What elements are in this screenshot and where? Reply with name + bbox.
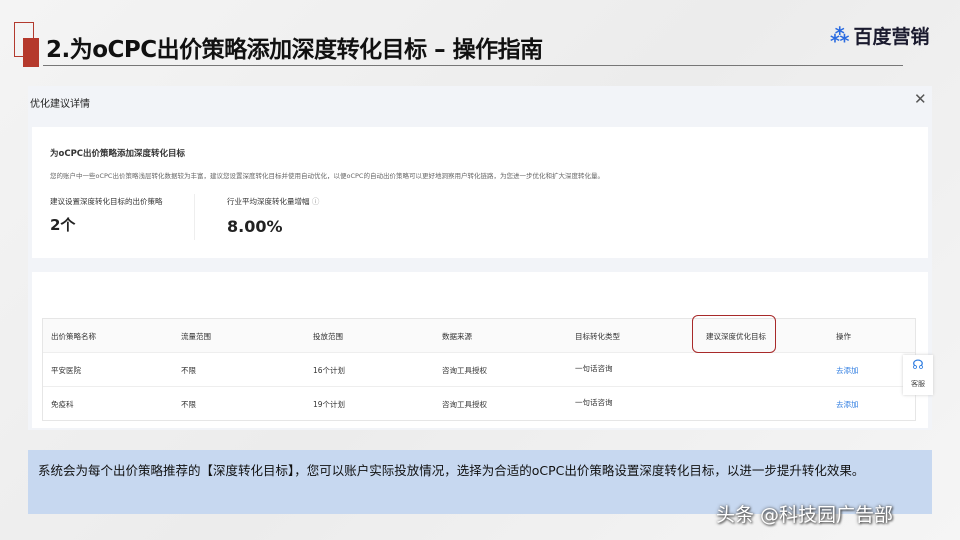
baidu-logo: ⁂ 百度营销 <box>830 22 929 49</box>
cell: 16个计划 <box>313 366 346 375</box>
highlight-box <box>692 315 776 353</box>
stat-divider <box>194 194 195 240</box>
slide-title: 2.为oCPC出价策略添加深度转化目标 – 操作指南 <box>46 37 543 63</box>
close-icon[interactable]: ✕ <box>914 90 927 108</box>
paw-icon: ⁂ <box>830 24 850 47</box>
table-header-row: 出价策略名称 流量范围 投放范围 数据来源 目标转化类型 建议深度优化目标 操作 <box>43 319 915 353</box>
decor-square-filled <box>23 38 39 67</box>
cell: 一句话咨询 <box>575 364 613 373</box>
add-link[interactable]: 去添加 <box>836 365 859 376</box>
cell: 咨询工具授权 <box>442 400 487 409</box>
stat2-label: 行业平均深度转化量增幅 ⓘ <box>227 196 319 207</box>
header-cell: 数据来源 <box>442 332 472 341</box>
support-label: 客服 <box>911 380 925 388</box>
stat1-value: 2个 <box>50 216 76 234</box>
cell: 不限 <box>181 400 196 409</box>
cell: 免疫科 <box>51 400 74 409</box>
cell: 19个计划 <box>313 400 346 409</box>
cell: 平安医院 <box>51 366 81 375</box>
title-divider <box>43 65 903 66</box>
strategy-table: 出价策略名称 流量范围 投放范围 数据来源 目标转化类型 建议深度优化目标 操作… <box>42 318 916 421</box>
header-cell: 操作 <box>836 332 851 341</box>
card-description: 您的账户中一些oCPC出价策略浅层转化数据较为丰富，建议您设置深度转化目标并使用… <box>50 172 604 180</box>
cell: 咨询工具授权 <box>442 366 487 375</box>
card-heading: 为oCPC出价策略添加深度转化目标 <box>50 149 186 159</box>
support-button[interactable]: ☊ 客服 <box>903 355 933 395</box>
header-cell: 出价策略名称 <box>51 332 96 341</box>
watermark: 头条 @科技园广告部 <box>716 504 894 526</box>
table-row: 免疫科 不限 19个计划 咨询工具授权 一句话咨询 去添加 <box>43 387 915 421</box>
header-cell: 目标转化类型 <box>575 332 620 341</box>
cell: 不限 <box>181 366 196 375</box>
cell: 一句话咨询 <box>575 398 613 407</box>
headset-icon: ☊ <box>912 358 924 373</box>
stat1-label: 建议设置深度转化目标的出价策略 <box>50 197 163 206</box>
stat2-value: 8.00% <box>227 217 283 236</box>
table-row: 平安医院 不限 16个计划 咨询工具授权 一句话咨询 去添加 <box>43 353 915 387</box>
header-cell: 投放范围 <box>313 332 343 341</box>
dialog-title: 优化建议详情 <box>30 99 90 110</box>
header-cell: 流量范围 <box>181 332 211 341</box>
stat2-label-text: 行业平均深度转化量增幅 <box>227 197 310 206</box>
help-icon[interactable]: ⓘ <box>312 197 320 206</box>
add-link[interactable]: 去添加 <box>836 399 859 410</box>
logo-text: 百度营销 <box>853 26 930 48</box>
